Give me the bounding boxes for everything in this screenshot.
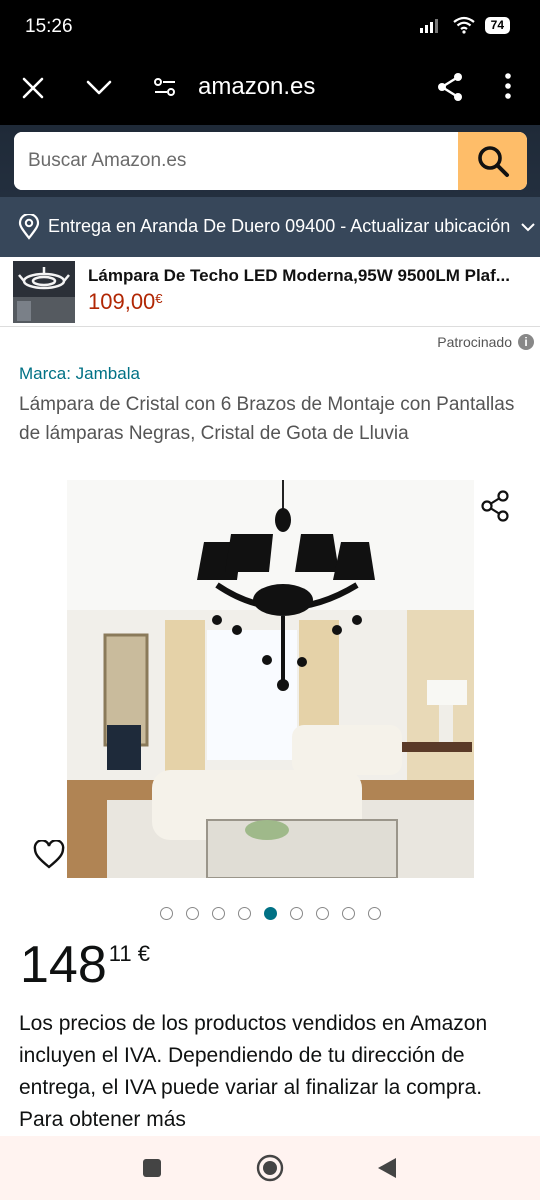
- status-icons: 74: [419, 16, 510, 34]
- signal-icon: [419, 19, 438, 33]
- share-icon[interactable]: [436, 72, 464, 102]
- carousel-dot[interactable]: [316, 907, 329, 920]
- battery-indicator: 74: [484, 16, 510, 34]
- recent-apps-icon[interactable]: [142, 1158, 162, 1178]
- search-button[interactable]: [458, 132, 527, 190]
- back-icon[interactable]: [376, 1156, 398, 1180]
- carousel-dot[interactable]: [212, 907, 225, 920]
- wifi-icon: [452, 16, 475, 34]
- product-price: 148 11 €: [20, 935, 150, 995]
- product-share-icon[interactable]: [480, 490, 510, 522]
- carousel-dot[interactable]: [290, 907, 303, 920]
- location-pin-icon: [18, 214, 40, 240]
- sponsored-product-title: Lámpara De Techo LED Moderna,95W 9500LM …: [88, 266, 510, 285]
- delivery-text: Entrega en Aranda De Duero 09400 - Actua…: [48, 216, 511, 236]
- carousel-dot[interactable]: [160, 907, 173, 920]
- chevron-down-icon: [521, 223, 535, 232]
- search-icon: [477, 146, 509, 177]
- search-input[interactable]: [14, 132, 458, 190]
- url-text[interactable]: amazon.es: [198, 73, 315, 101]
- carousel-dot-active[interactable]: [264, 907, 277, 920]
- sponsored-product-card[interactable]: Lámpara De Techo LED Moderna,95W 9500LM …: [0, 257, 540, 327]
- price-whole: 148: [20, 936, 107, 994]
- status-time: 15:26: [25, 16, 73, 37]
- product-image[interactable]: [67, 480, 474, 878]
- close-icon[interactable]: [22, 77, 44, 99]
- status-bar: 15:26 74: [0, 0, 540, 55]
- info-icon: i: [518, 334, 534, 350]
- carousel-dot[interactable]: [186, 907, 199, 920]
- browser-toolbar: amazon.es: [0, 55, 540, 125]
- home-icon[interactable]: [256, 1154, 284, 1182]
- sponsored-product-price: 109,00€: [88, 289, 163, 314]
- carousel-dot[interactable]: [238, 907, 251, 920]
- search-area: [0, 125, 540, 197]
- vat-notice: Los precios de los productos vendidos en…: [19, 1012, 488, 1131]
- product-title: Lámpara de Cristal con 6 Brazos de Monta…: [19, 394, 515, 444]
- system-navigation-bar: [0, 1136, 540, 1200]
- more-options-icon[interactable]: [504, 72, 512, 100]
- heart-icon[interactable]: [33, 840, 65, 870]
- chevron-down-icon[interactable]: [86, 80, 112, 96]
- image-carousel-dots: [160, 907, 381, 920]
- carousel-dot[interactable]: [368, 907, 381, 920]
- delivery-location-bar[interactable]: Entrega en Aranda De Duero 09400 - Actua…: [0, 197, 540, 257]
- brand-link[interactable]: Marca: Jambala: [19, 364, 140, 384]
- price-fraction: 11 €: [108, 941, 150, 966]
- search-box: [14, 132, 527, 190]
- site-settings-icon[interactable]: [153, 76, 177, 98]
- sponsored-product-thumbnail: [13, 261, 75, 323]
- carousel-dot[interactable]: [342, 907, 355, 920]
- sponsored-label[interactable]: Patrocinado i: [437, 334, 534, 350]
